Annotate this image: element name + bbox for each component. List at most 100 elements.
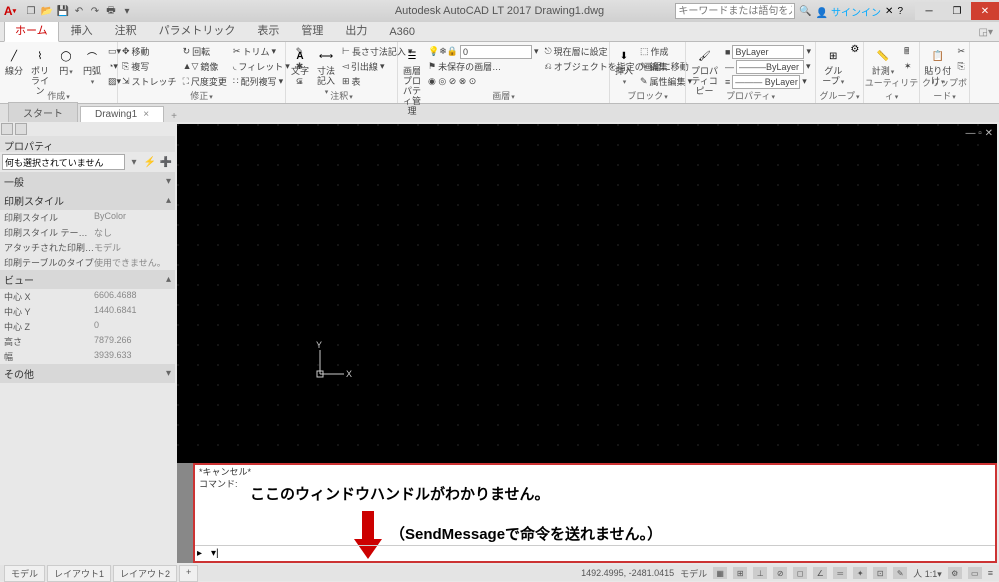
save-icon[interactable]: 💾 [56,4,70,18]
layer-combo[interactable]: 💡❄🔒 0▾ [426,44,540,59]
signin-link[interactable]: 👤 サインイン [816,4,881,19]
group-button[interactable]: ⊞グループ [818,44,848,89]
section-view[interactable]: ビュー▴ [0,270,175,289]
section-general[interactable]: 一般▾ [0,172,175,191]
tab-output[interactable]: 出力 [335,19,377,41]
qat-more-icon[interactable]: ▾ [120,4,134,18]
command-dock-handle[interactable] [177,463,193,563]
anno-scale[interactable]: 人 1:1▾ [913,567,942,580]
snap-toggle[interactable]: ⊞ [733,567,747,579]
selection-combo[interactable] [2,154,125,170]
move-button[interactable]: ✥ 移動 [120,44,179,59]
open-icon[interactable]: 📂 [40,4,54,18]
insert-button[interactable]: ⬇挿入 [612,44,636,89]
help-icon[interactable]: ? [897,6,903,17]
point-icon[interactable]: ✶ [902,59,914,74]
lwt-toggle[interactable]: ═ [833,567,847,579]
drawing-canvas[interactable]: — ▫ ✕ YX *キャンセル* コマンド: ここのウィンドウハンドルがわかりま… [177,124,997,563]
otrack-toggle[interactable]: ∠ [813,567,827,579]
ortho-toggle[interactable]: ⊥ [753,567,767,579]
palette-icon[interactable] [1,123,13,135]
palette-icon[interactable] [15,123,27,135]
new-icon[interactable]: ❐ [24,4,38,18]
layer-tools[interactable]: ◉ ◎ ⊘ ⊗ ⊙ [426,74,540,89]
tab-model[interactable]: モデル [4,565,45,582]
osnap-toggle[interactable]: ◻ [793,567,807,579]
section-other[interactable]: その他▾ [0,364,175,383]
polar-toggle[interactable]: ⊘ [773,567,787,579]
tab-plus-icon[interactable]: + [179,565,198,582]
customization-icon[interactable]: ≡ [988,568,993,578]
grid-toggle[interactable]: ▦ [713,567,727,579]
model-space-indicator[interactable]: モデル [680,567,707,580]
trim-button[interactable]: ✂ トリム ▾ [231,44,292,59]
search-input[interactable] [675,3,795,19]
undo-icon[interactable]: ↶ [72,4,86,18]
panel-block-label[interactable]: ブロック [610,89,685,102]
dyn-toggle[interactable]: ✦ [853,567,867,579]
search-icon[interactable]: 🔍 [799,6,811,17]
close-button[interactable]: ✕ [971,2,999,20]
ribbon-collapse-icon[interactable]: ◲▾ [973,24,999,41]
color-control[interactable]: ■ ByLayer▾ [723,44,813,59]
scale-button[interactable]: ⛶ 尺度変更 [181,74,229,89]
panel-properties-label[interactable]: プロパティ [686,89,815,102]
tab-start[interactable]: スタート [8,102,78,122]
group-settings-icon[interactable]: ⚙ [850,44,861,55]
panel-utility-label[interactable]: ユーティリティ [864,76,919,102]
minimize-button[interactable]: ─ [915,2,943,20]
command-input[interactable]: ▸▾ | [195,545,995,561]
annotation-text-2: （SendMessageで命令を送れません。） [390,523,662,544]
sc-toggle[interactable]: ✎ [893,567,907,579]
panel-modify-label[interactable]: 修正 [118,89,285,102]
line-button[interactable]: ╱線分 [2,44,26,79]
mirror-button[interactable]: ▲▽ 鏡像 [181,59,229,74]
stretch-button[interactable]: ⇲ ストレッチ [120,74,179,89]
layer-properties-button[interactable]: ☰画層プロパティ管理 [400,44,424,118]
app-icon[interactable]: A▾ [2,3,18,19]
rotate-button[interactable]: ↻ 回転 [181,44,229,59]
pickadd-icon[interactable]: ➕ [159,155,173,169]
text-button[interactable]: A文字 [288,44,312,89]
section-plot[interactable]: 印刷スタイル▴ [0,191,175,210]
quickselect-icon[interactable]: ⚡ [143,155,157,169]
redo-icon[interactable]: ↷ [88,4,102,18]
panel-layers-label[interactable]: 画層 [398,89,609,102]
tab-close-icon[interactable]: × [143,109,149,120]
tab-layout1[interactable]: レイアウト1 [47,565,111,582]
tab-parametric[interactable]: パラメトリック [149,19,246,41]
print-icon[interactable]: 🖶 [104,4,118,18]
calc-icon[interactable]: 🖩 [902,44,914,59]
tab-insert[interactable]: 挿入 [61,19,103,41]
panel-draw-label[interactable]: 作成 [0,89,117,102]
qp-toggle[interactable]: ⊡ [873,567,887,579]
tab-view[interactable]: 表示 [247,19,289,41]
selection-dropdown-icon[interactable]: ▾ [127,155,141,169]
linetype-control[interactable]: ≡ ——— ByLayer▾ [723,74,813,89]
array-button[interactable]: ∷ 配列複写 ▾ [231,74,292,89]
viewport-controls[interactable]: — ▫ ✕ [966,128,993,139]
panel-annotation-label[interactable]: 注釈 [286,89,397,102]
layer-state-button[interactable]: ⚑ 未保存の画層… [426,59,540,74]
circle-button[interactable]: ◯円 [54,44,78,79]
tab-layout2[interactable]: レイアウト2 [113,565,177,582]
clean-screen-icon[interactable]: ▭ [968,567,982,579]
tab-a360[interactable]: A360 [379,23,425,41]
copy-clip-icon[interactable]: ⎘ [955,59,967,74]
tab-new-icon[interactable]: + [166,111,182,122]
lineweight-control[interactable]: — ———ByLayer▾ [723,59,813,74]
tab-manage[interactable]: 管理 [291,19,333,41]
maximize-button[interactable]: ❐ [943,2,971,20]
tab-drawing1[interactable]: Drawing1× [80,106,164,122]
exchange-icon[interactable]: ✕ [885,6,893,17]
panel-clipboard-label[interactable]: クリップボード [920,76,969,102]
measure-button[interactable]: 📏計測 [866,44,900,79]
cut-icon[interactable]: ✂ [955,44,967,59]
command-history[interactable]: *キャンセル* コマンド: ここのウィンドウハンドルがわかりません。 （Send… [193,463,997,563]
arc-button[interactable]: ⌒円弧 [80,44,104,89]
panel-group-label[interactable]: グループ [816,89,863,102]
fillet-button[interactable]: ◟ フィレット ▾ [231,59,292,74]
workspace-icon[interactable]: ⚙ [948,567,962,579]
copy-button[interactable]: ⎘ 複写 [120,59,179,74]
tab-annotate[interactable]: 注釈 [105,19,147,41]
